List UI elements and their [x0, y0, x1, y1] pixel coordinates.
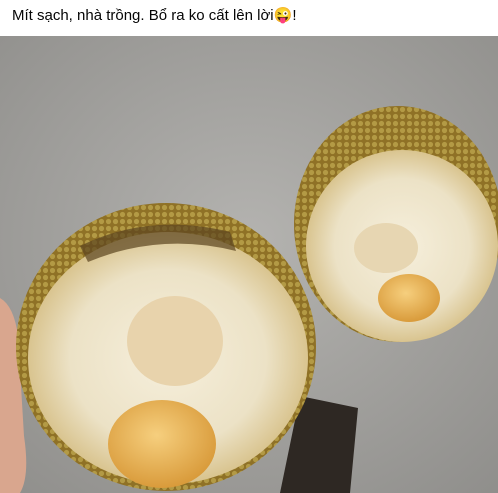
caption-exclamation: ! — [292, 7, 297, 24]
post-caption: Mít sạch, nhà trồng. Bổ ra ko cất lên lờ… — [12, 7, 297, 24]
post-photo[interactable] — [0, 36, 498, 493]
post-caption-bar: Mít sạch, nhà trồng. Bổ ra ko cất lên lờ… — [0, 0, 498, 36]
facebook-post: Mít sạch, nhà trồng. Bổ ra ko cất lên lờ… — [0, 0, 498, 493]
caption-text: Mít sạch, nhà trồng. Bổ ra ko cất lên lờ… — [12, 7, 274, 24]
left-jackfruit-half — [16, 203, 316, 491]
right-jackfruit-half — [294, 106, 498, 342]
winking-tongue-emoji-icon: 😜 — [273, 7, 293, 24]
